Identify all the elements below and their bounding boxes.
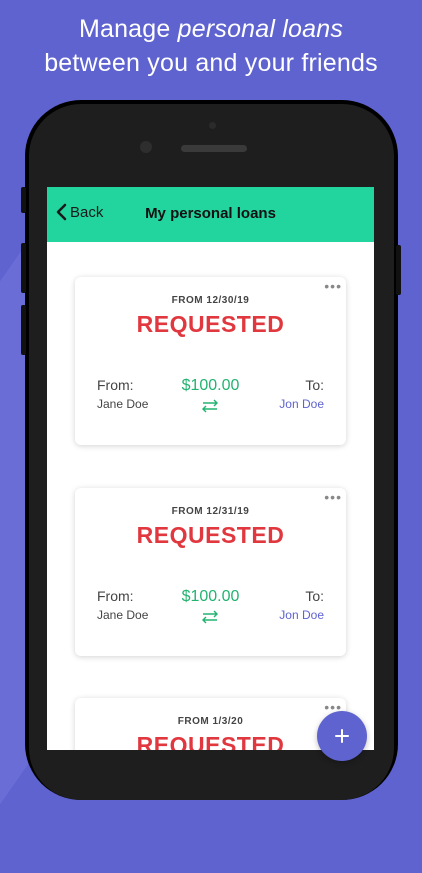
to-label: To:: [305, 588, 324, 604]
phone-speaker: [181, 145, 247, 152]
marketing-headline: Manage personal loans between you and yo…: [44, 15, 378, 77]
add-loan-button[interactable]: [317, 711, 367, 761]
loan-date: FROM 1/3/20: [177, 716, 244, 727]
phone-sensor: [209, 122, 216, 129]
from-name: Jane Doe: [97, 608, 149, 622]
more-dots-icon[interactable]: •••: [324, 490, 342, 504]
loan-card[interactable]: ••• FROM 12/30/19 REQUESTED From: Jane D…: [75, 277, 346, 445]
loan-status: REQUESTED: [136, 311, 285, 337]
navbar: Back My personal loans: [47, 187, 374, 242]
to-name-link[interactable]: Jon Doe: [279, 608, 324, 622]
from-name: Jane Doe: [97, 397, 149, 411]
more-dots-icon[interactable]: •••: [324, 279, 342, 293]
loan-card[interactable]: ••• FROM 1/3/20 REQUESTED: [75, 698, 346, 750]
swap-arrows-icon: [202, 610, 218, 624]
loan-date: FROM 12/31/19: [171, 506, 250, 517]
phone-power-button: [396, 245, 401, 295]
loan-card[interactable]: ••• FROM 12/31/19 REQUESTED From: Jane D…: [75, 488, 346, 656]
to-label: To:: [305, 377, 324, 393]
swap-arrows-icon: [202, 399, 218, 413]
phone-mute-button: [21, 187, 26, 213]
loan-status: REQUESTED: [136, 522, 285, 548]
app-screen: Back My personal loans ••• FROM 12/30/19…: [47, 187, 374, 750]
phone-volume-down-button: [21, 305, 26, 355]
to-name-link[interactable]: Jon Doe: [279, 397, 324, 411]
page-title: My personal loans: [145, 205, 276, 222]
loan-status: REQUESTED: [136, 732, 285, 750]
phone-camera: [140, 141, 152, 153]
phone-volume-up-button: [21, 243, 26, 293]
loan-date: FROM 12/30/19: [171, 295, 250, 306]
plus-icon: [335, 729, 349, 743]
